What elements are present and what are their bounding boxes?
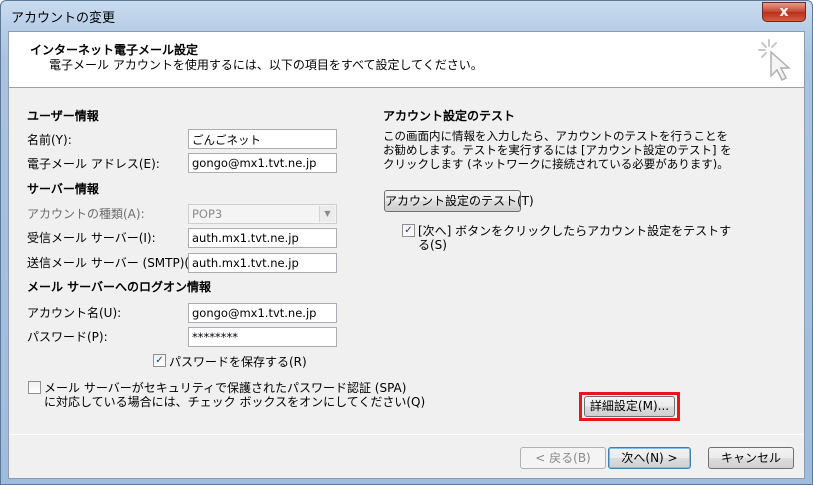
name-field[interactable]: ごんごネット xyxy=(188,129,337,149)
incoming-server-label: 受信メール サーバー(I): xyxy=(27,231,156,245)
page-subtitle: 電子メール アカウントを使用するには、以下の項目をすべて設定してください。 xyxy=(49,58,483,72)
close-icon: x xyxy=(779,4,789,20)
name-label: 名前(Y): xyxy=(27,133,72,147)
checkmark-icon: ✓ xyxy=(404,225,413,236)
incoming-server-field[interactable]: auth.mx1.tvt.ne.jp xyxy=(188,228,337,248)
footer-divider xyxy=(9,434,804,435)
account-type-value: POP3 xyxy=(192,207,223,221)
account-type-label: アカウントの種類(A): xyxy=(27,207,145,221)
auto-test-checkbox[interactable]: ✓ xyxy=(402,224,415,237)
back-button[interactable]: < 戻る(B) xyxy=(520,447,606,469)
cancel-button[interactable]: キャンセル xyxy=(708,447,794,469)
more-settings-button[interactable]: 詳細設定(M)... xyxy=(584,396,675,417)
test-description-line2: お勧めします。テストを実行するには [アカウント設定のテスト] を xyxy=(383,143,732,157)
password-field[interactable]: ******** xyxy=(188,327,337,347)
account-name-field[interactable]: gongo@mx1.tvt.ne.jp xyxy=(188,303,337,323)
save-password-label[interactable]: パスワードを保存する(R) xyxy=(169,353,307,370)
logon-info-heading: メール サーバーへのログオン情報 xyxy=(27,280,212,294)
auto-test-label-line2[interactable]: る(S) xyxy=(418,236,447,253)
dialog-client-area: インターネット電子メール設定 電子メール アカウントを使用するには、以下の項目を… xyxy=(8,31,805,479)
account-type-select[interactable]: POP3 ▼ xyxy=(188,204,337,224)
title-bar[interactable]: アカウントの変更 x xyxy=(1,1,812,31)
test-settings-heading: アカウント設定のテスト xyxy=(383,109,516,123)
auto-test-label-line1[interactable]: [次へ] ボタンをクリックしたらアカウント設定をテストす xyxy=(418,222,731,239)
account-name-label: アカウント名(U): xyxy=(27,306,122,320)
window-title: アカウントの変更 xyxy=(11,11,116,26)
wizard-header: インターネット電子メール設定 電子メール アカウントを使用するには、以下の項目を… xyxy=(9,32,804,88)
outgoing-server-label: 送信メール サーバー (SMTP)(O): xyxy=(27,256,208,270)
spa-label-line2[interactable]: に対応している場合には、チェック ボックスをオンにしてください(Q) xyxy=(44,393,425,410)
mouse-click-icon xyxy=(758,39,791,82)
chevron-down-icon: ▼ xyxy=(319,206,335,222)
email-field[interactable]: gongo@mx1.tvt.ne.jp xyxy=(188,153,337,173)
user-info-heading: ユーザー情報 xyxy=(27,109,99,123)
test-description-line1: この画面内に情報を入力したら、アカウントのテストを行うことを xyxy=(383,129,728,143)
close-button[interactable]: x xyxy=(762,2,806,22)
test-account-settings-button[interactable]: アカウント設定のテスト(T) xyxy=(384,190,534,212)
server-info-heading: サーバー情報 xyxy=(27,182,99,196)
checkmark-icon: ✓ xyxy=(155,355,164,366)
test-description-line3: クリックします (ネットワークに接続されている必要があります)。 xyxy=(383,157,729,171)
spa-checkbox[interactable] xyxy=(28,381,41,394)
account-change-dialog: アカウントの変更 x インターネット電子メール設定 電子メール アカウントを使用… xyxy=(0,0,813,485)
save-password-checkbox[interactable]: ✓ xyxy=(153,354,166,367)
email-label: 電子メール アドレス(E): xyxy=(27,157,160,171)
password-label: パスワード(P): xyxy=(27,330,108,344)
outgoing-server-field[interactable]: auth.mx1.tvt.ne.jp xyxy=(188,253,337,273)
next-button[interactable]: 次へ(N) > xyxy=(608,447,691,469)
